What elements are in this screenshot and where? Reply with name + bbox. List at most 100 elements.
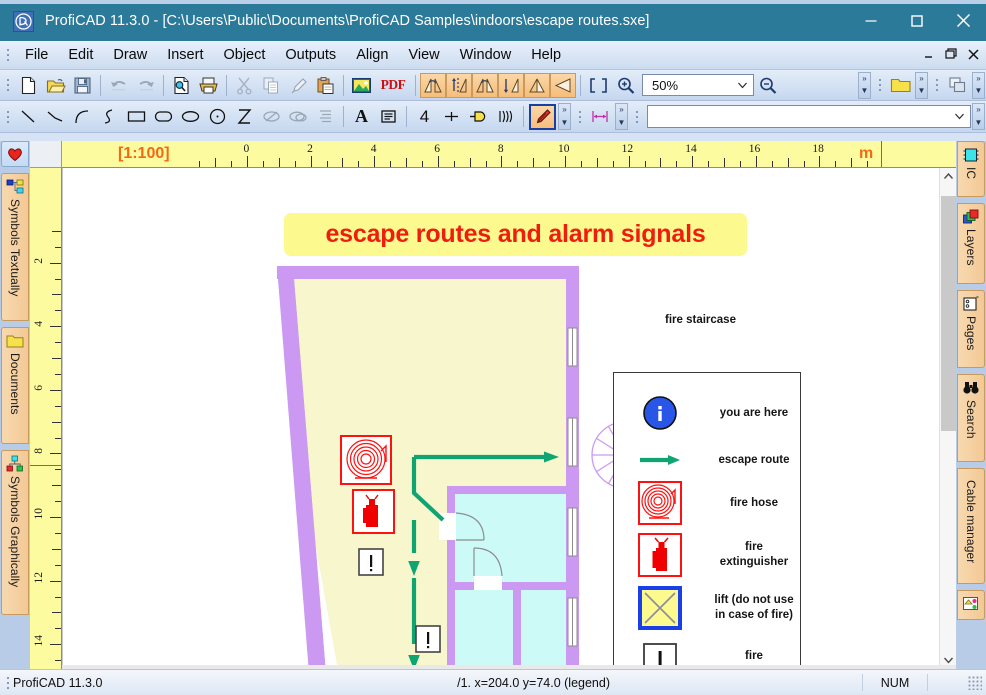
mdi-minimize-button[interactable] [920,45,938,63]
sidebar-item-symbols-textually[interactable]: Symbols Textually [1,173,29,321]
open-folder-yellow-icon[interactable] [888,73,913,98]
text-icon[interactable]: A [349,104,374,129]
print-icon[interactable] [196,73,221,98]
ellipse-icon[interactable] [178,104,203,129]
rotate-left-icon[interactable] [420,72,446,98]
mdi-close-button[interactable] [964,45,982,63]
toolbar-grip-icon[interactable] [933,76,942,94]
mdi-restore-button[interactable] [942,45,960,63]
ruler-minor-tick [485,161,487,167]
text-frame-icon[interactable] [376,104,401,129]
rectangle-icon[interactable] [124,104,149,129]
print-preview-icon[interactable] [169,73,194,98]
scroll-up-icon[interactable] [940,168,957,185]
close-button[interactable] [940,0,986,41]
rotate-right-icon[interactable] [472,72,498,98]
status-bar: ProfiCAD 11.3.0 /1. x=204.0 y=74.0 (lege… [0,669,986,695]
open-folder-icon[interactable] [43,73,68,98]
fit-to-window-icon[interactable] [586,73,611,98]
menu-item-help[interactable]: Help [521,43,571,67]
fire-hose-symbol-plan [340,435,392,485]
menu-item-align[interactable]: Align [346,43,398,67]
mirror-down-icon[interactable] [498,72,524,98]
export-pdf-icon[interactable]: PDF [376,73,410,98]
sidebar-item-documents[interactable]: Documents [1,327,29,444]
cut-scissors-icon[interactable] [232,73,257,98]
copy-icon[interactable] [259,73,284,98]
resize-grip-icon[interactable] [968,675,982,690]
label-tag-icon[interactable] [466,104,491,129]
menu-item-window[interactable]: Window [450,43,522,67]
menu-item-view[interactable]: View [398,43,449,67]
ruler-tick-label: 8 [33,448,45,455]
zoom-level-combo[interactable]: 50% [642,74,754,96]
sidebar-item-favorites[interactable] [1,141,29,167]
hatch-icon[interactable] [313,104,338,129]
scrollbar-thumb[interactable] [941,196,956,431]
wire-style-combo[interactable] [647,105,971,128]
chevron-down-icon[interactable] [735,75,750,95]
junction-cross-icon[interactable] [439,104,464,129]
toolbar-overflow-arrange[interactable]: » ▼ [972,71,985,99]
chevron-down-icon[interactable] [952,106,967,127]
toolbar-grip-icon[interactable] [876,76,885,94]
rounded-rectangle-icon[interactable] [151,104,176,129]
arc-icon[interactable] [70,104,95,129]
sidebar-item-ic[interactable]: IC [957,141,985,197]
new-document-icon[interactable] [16,73,41,98]
sidebar-item-search[interactable]: Search [957,374,985,462]
zoom-out-icon[interactable] [755,73,780,98]
save-disk-icon[interactable] [70,73,95,98]
sidebar-item-pages[interactable]: Pages [957,290,985,368]
mirror-horizontal-icon[interactable] [524,72,550,98]
menu-item-edit[interactable]: Edit [58,43,103,67]
sidebar-item-layers[interactable]: Layers [957,203,985,284]
maximize-button[interactable] [894,0,940,41]
arrange-objects-icon[interactable] [945,73,970,98]
terminal-icon[interactable]: 4 [412,104,437,129]
sidebar-item-net-list[interactable] [957,590,985,620]
toolbar-overflow-main[interactable]: » ▼ [858,71,871,99]
minimize-button[interactable] [848,0,894,41]
dimension-icon[interactable] [588,104,613,129]
toolbar-separator [406,106,407,127]
toolbar-grip-icon[interactable] [633,107,642,126]
flip-vertical-icon[interactable] [446,72,472,98]
menu-grip-icon[interactable] [4,46,13,64]
toolbar-grip-icon[interactable] [4,76,13,94]
toolbar-grip-icon[interactable] [576,107,585,126]
select-arrow-icon[interactable] [529,103,556,130]
mirror-left-icon[interactable] [550,72,576,98]
format-brush-icon[interactable] [286,73,311,98]
sidebar-item-cable-manager[interactable]: Cable manager [957,468,985,584]
ruler-tick [819,156,821,167]
toolbar-overflow-dimension[interactable]: » ▼ [615,103,628,130]
ellipse-slash-icon[interactable] [259,104,284,129]
menu-item-object[interactable]: Object [213,43,275,67]
bezier-icon[interactable] [97,104,122,129]
menu-item-insert[interactable]: Insert [157,43,213,67]
toolbar-overflow-folder[interactable]: » ▼ [915,71,928,99]
hourglass-shape-icon[interactable] [232,104,257,129]
polyline-icon[interactable] [43,104,68,129]
ruler-minor-tick [55,310,61,312]
toolbar-overflow-wire[interactable]: » ▼ [972,103,985,130]
sidebar-item-symbols-graphically[interactable]: Symbols Graphically [1,450,29,615]
insert-picture-icon[interactable] [349,73,374,98]
paste-clipboard-icon[interactable] [313,73,338,98]
ellipse-overlap-icon[interactable] [286,104,311,129]
circle-center-icon[interactable] [205,104,230,129]
menu-item-draw[interactable]: Draw [103,43,157,67]
menu-item-file[interactable]: File [15,43,58,67]
toolbar-overflow-draw[interactable]: » ▼ [558,103,571,130]
toolbar-separator [343,74,344,96]
menu-item-outputs[interactable]: Outputs [275,43,346,67]
drawing-canvas[interactable]: escape routes and alarm signals fire sta… [62,168,956,669]
undo-icon[interactable] [106,73,131,98]
coil-icon[interactable] [493,104,518,129]
zoom-in-icon[interactable] [613,73,638,98]
line-icon[interactable] [16,104,41,129]
redo-icon[interactable] [133,73,158,98]
toolbar-grip-icon[interactable] [4,107,13,126]
canvas-vertical-scrollbar[interactable] [939,168,956,669]
